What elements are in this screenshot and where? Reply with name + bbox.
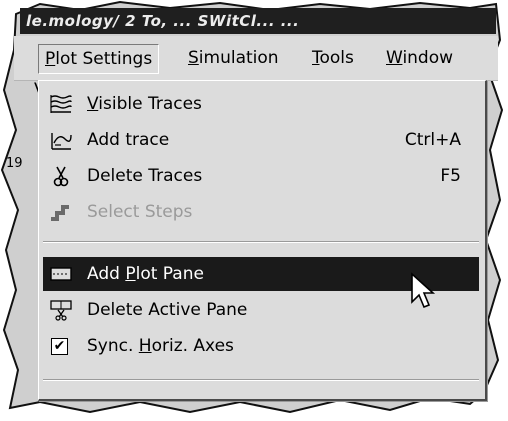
traces-icon bbox=[50, 95, 72, 113]
menu-window-mnemonic: W bbox=[386, 48, 403, 68]
menu-item-add-plot-pane-label: Add Plot Pane bbox=[87, 257, 204, 291]
sync-horiz-axes-checkbox[interactable]: ✔ bbox=[51, 338, 68, 355]
menu-item-delete-traces[interactable]: Delete Traces F5 bbox=[43, 159, 479, 193]
menu-item-delete-active-pane-label: Delete Active Pane bbox=[87, 300, 248, 320]
menu-item-select-steps[interactable]: Select Steps bbox=[43, 195, 479, 229]
menu-item-select-steps-label: Select Steps bbox=[87, 202, 193, 222]
plot-pane-icon bbox=[50, 267, 72, 281]
add-plot-pane-text: lot Pane bbox=[135, 264, 204, 284]
menu-item-add-trace-label: Add trace bbox=[87, 130, 170, 150]
menu-simulation[interactable]: Simulation bbox=[182, 44, 285, 72]
visible-traces-text: isible Traces bbox=[98, 94, 202, 114]
add-trace-icon bbox=[51, 133, 72, 150]
menu-window[interactable]: Window bbox=[380, 44, 459, 72]
menu-item-delete-traces-label: Delete Traces bbox=[87, 166, 203, 186]
delete-pane-icon bbox=[50, 300, 72, 321]
menu-item-visible-traces-label: Visible Traces bbox=[87, 87, 202, 121]
add-plot-pane-pre: Add bbox=[87, 264, 126, 284]
window-title: le.mology/ 2 To, ... SWitCl... ... bbox=[20, 8, 496, 34]
menu-item-visible-traces[interactable]: Visible Traces bbox=[43, 87, 479, 121]
menu-plot-settings-mnemonic: P bbox=[45, 49, 56, 69]
menu-separator-bottom bbox=[43, 379, 479, 381]
steps-icon bbox=[51, 205, 69, 221]
menu-item-add-trace[interactable]: Add trace Ctrl+A bbox=[43, 123, 479, 157]
menu-plot-settings[interactable]: Plot Settings bbox=[38, 44, 160, 74]
sync-horiz-axes-text: oriz. Axes bbox=[151, 336, 234, 356]
menu-simulation-mnemonic: S bbox=[188, 48, 199, 68]
visible-traces-mnemonic: V bbox=[87, 94, 99, 114]
menu-separator bbox=[43, 241, 479, 243]
menu-plot-settings-label: lot Settings bbox=[55, 49, 153, 69]
sync-horiz-axes-mnemonic: H bbox=[138, 336, 152, 356]
sync-horiz-axes-pre: Sync. bbox=[87, 336, 139, 356]
menu-item-sync-horiz-axes[interactable]: ✔ Sync. Horiz. Axes bbox=[43, 329, 479, 363]
menu-tools[interactable]: Tools bbox=[306, 44, 360, 72]
add-plot-pane-mnemonic: P bbox=[125, 264, 136, 284]
menu-simulation-label: imulation bbox=[198, 48, 279, 68]
screenshot-stage: le.mology/ 2 To, ... SWitCl... ... V Plo… bbox=[0, 0, 508, 421]
plot-settings-dropdown: Visible Traces Add trace Ctrl+A Delete T… bbox=[38, 80, 487, 401]
mouse-pointer-icon bbox=[411, 272, 436, 309]
background-fragment-text: 19 bbox=[6, 156, 23, 171]
menu-tools-mnemonic: T bbox=[312, 48, 320, 68]
menu-item-delete-traces-shortcut: F5 bbox=[440, 166, 461, 186]
menu-window-label: indow bbox=[402, 48, 454, 68]
scissors-icon bbox=[53, 166, 69, 187]
menu-item-add-trace-shortcut: Ctrl+A bbox=[404, 130, 461, 150]
window-title-text: le.mology/ 2 To, ... SWitCl... ... bbox=[26, 12, 300, 30]
menu-bar: V Plot Settings Simulation Tools Window bbox=[14, 36, 498, 100]
menu-tools-label: ools bbox=[319, 48, 354, 68]
menu-item-sync-horiz-axes-label: Sync. Horiz. Axes bbox=[87, 329, 234, 363]
